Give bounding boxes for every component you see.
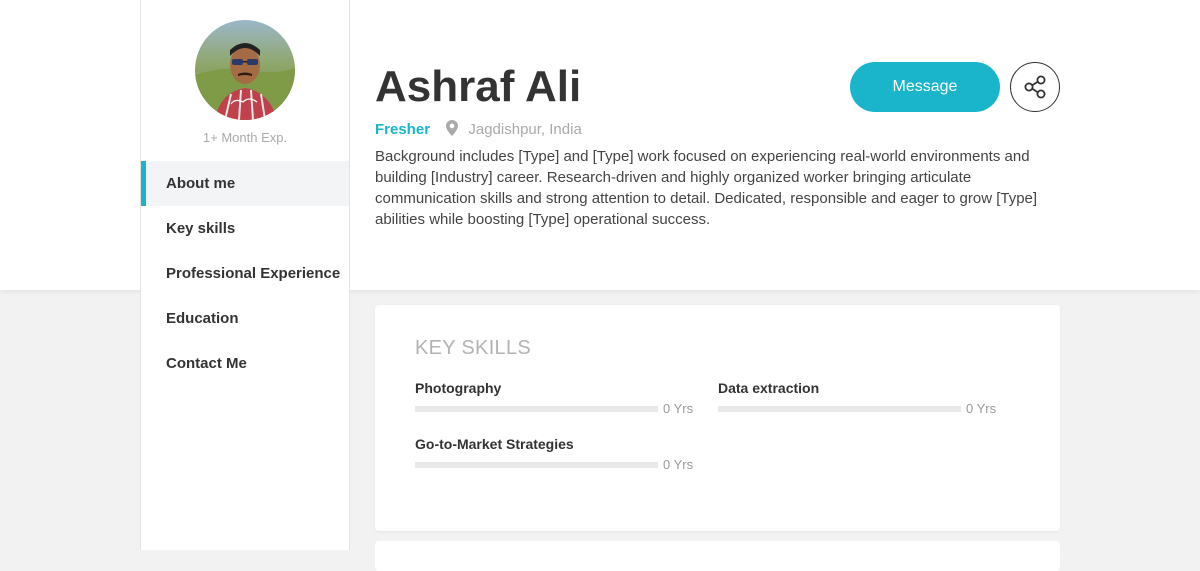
skill-item-go-to-market-strategies: Go-to-Market Strategies 0 Yrs bbox=[415, 435, 695, 473]
skill-progress-bar bbox=[415, 406, 658, 412]
status-badge: Fresher bbox=[375, 121, 431, 138]
location-pin-icon bbox=[446, 120, 459, 142]
sidebar-item-education[interactable]: Education bbox=[141, 296, 349, 341]
share-button[interactable] bbox=[1010, 62, 1060, 112]
key-skills-card: KEY SKILLS Photography 0 Yrs Data extrac… bbox=[375, 305, 1060, 531]
sidebar-item-contact-me[interactable]: Contact Me bbox=[141, 341, 349, 386]
avatar bbox=[195, 20, 295, 120]
sidebar-item-professional-experience[interactable]: Professional Experience bbox=[141, 251, 349, 296]
profile-name: Ashraf Ali bbox=[375, 62, 582, 111]
skill-item-data-extraction: Data extraction 0 Yrs bbox=[718, 379, 998, 417]
skill-progress-bar bbox=[718, 406, 961, 412]
sidebar-item-key-skills[interactable]: Key skills bbox=[141, 206, 349, 251]
skill-name: Data extraction bbox=[718, 380, 820, 396]
avatar-photo bbox=[195, 20, 295, 120]
skill-name: Go-to-Market Strategies bbox=[415, 436, 574, 452]
sidebar-nav: About me Key skills Professional Experie… bbox=[141, 161, 349, 386]
profile-subtitle: Fresher Jagdishpur, India bbox=[375, 120, 582, 140]
sidebar-item-about-me[interactable]: About me bbox=[141, 161, 349, 206]
experience-summary: 1+ Month Exp. bbox=[202, 130, 288, 145]
share-icon bbox=[1024, 75, 1046, 99]
skill-years: 0 Yrs bbox=[966, 401, 997, 416]
message-button[interactable]: Message bbox=[850, 62, 1000, 112]
skill-progress-bar bbox=[415, 462, 658, 468]
skill-name: Photography bbox=[415, 380, 502, 396]
location-text: Jagdishpur, India bbox=[468, 121, 582, 138]
skill-years: 0 Yrs bbox=[663, 401, 694, 416]
key-skills-title: KEY SKILLS bbox=[415, 337, 532, 359]
skill-item-photography: Photography 0 Yrs bbox=[415, 379, 695, 417]
sidebar: 1+ Month Exp. About me Key skills Profes… bbox=[140, 0, 350, 550]
next-section-card bbox=[375, 541, 1060, 571]
about-text: Background includes [Type] and [Type] wo… bbox=[375, 148, 1038, 228]
skill-years: 0 Yrs bbox=[663, 457, 694, 472]
